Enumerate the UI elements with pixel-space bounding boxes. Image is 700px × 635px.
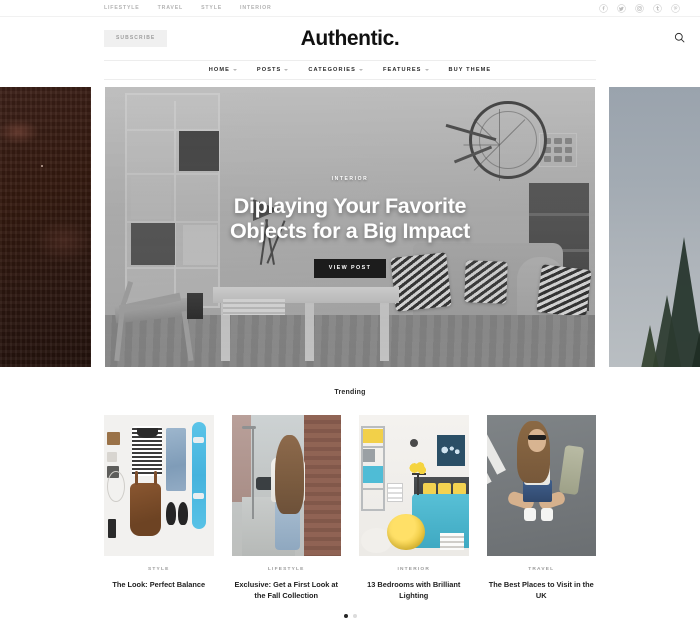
pinterest-icon[interactable] — [671, 3, 680, 13]
card-category[interactable]: LIFESTYLE — [232, 567, 342, 572]
nav-item-home[interactable]: HOME — [209, 67, 237, 73]
top-category-nav: LIFESTYLE TRAVEL STYLE INTERIOR — [104, 5, 272, 11]
twitter-icon[interactable] — [617, 3, 626, 13]
nav-item-buy-theme[interactable]: BUY THEME — [449, 67, 492, 73]
street-photo-artwork — [231, 415, 341, 556]
card-image-travel[interactable] — [486, 415, 596, 556]
card-title[interactable]: Exclusive: Get a First Look at the Fall … — [232, 580, 342, 601]
trending-card[interactable]: STYLE The Look: Perfect Balance — [104, 415, 214, 601]
road-photo-artwork — [486, 415, 596, 556]
header-right — [672, 32, 686, 46]
card-image-interior[interactable] — [359, 415, 469, 556]
nav-item-features-label: FEATURES — [382, 67, 422, 73]
topnav-item-travel[interactable]: TRAVEL — [158, 5, 183, 11]
trending-card-grid: STYLE The Look: Perfect Balance LIFESTYL… — [104, 415, 596, 601]
chevron-down-icon — [358, 69, 363, 71]
hero-category[interactable]: INTERIOR — [332, 176, 369, 182]
fir-tree — [638, 325, 662, 367]
topnav-item-style[interactable]: STYLE — [201, 5, 222, 11]
search-button[interactable] — [672, 32, 686, 46]
hero-content: INTERIOR Diplaying Your Favorite Objects… — [105, 87, 595, 367]
slider-gap-right — [595, 87, 609, 367]
page-root: LIFESTYLE TRAVEL STYLE INTERIOR SUBSCRIB… — [0, 0, 700, 635]
slider-prev-image — [0, 87, 91, 367]
slider-next-image — [609, 87, 700, 367]
subscribe-button[interactable]: SUBSCRIBE — [104, 30, 168, 47]
hero-slide[interactable]: INTERIOR Diplaying Your Favorite Objects… — [105, 87, 595, 367]
card-image-lifestyle[interactable] — [231, 415, 341, 556]
trending-heading: Trending — [104, 381, 596, 399]
trending-card[interactable]: LIFESTYLE Exclusive: Get a First Look at… — [231, 415, 342, 601]
topnav-item-interior[interactable]: INTERIOR — [240, 5, 272, 11]
chevron-down-icon — [232, 69, 237, 71]
nav-item-categories[interactable]: CATEGORIES — [308, 67, 363, 73]
search-icon — [674, 31, 685, 46]
carousel-dot-2[interactable] — [352, 614, 357, 619]
card-category[interactable]: TRAVEL — [487, 567, 597, 572]
site-header: SUBSCRIBE Authentic. — [0, 17, 700, 60]
trending-card[interactable]: TRAVEL The Best Places to Visit in the U… — [486, 415, 597, 601]
brand-title: Authentic. — [300, 26, 400, 50]
card-title[interactable]: 13 Bedrooms with Brilliant Lighting — [359, 580, 469, 601]
tumblr-icon[interactable] — [653, 3, 662, 13]
slider-gap-left — [91, 87, 105, 367]
view-post-button[interactable]: VIEW POST — [313, 258, 387, 279]
trending-section: Trending STYLE The Look: Perfect Balance… — [0, 381, 700, 619]
trending-card[interactable]: INTERIOR 13 Bedrooms with Brilliant Ligh… — [359, 415, 469, 601]
nav-item-features[interactable]: FEATURES — [383, 67, 429, 73]
slider-next-preview[interactable] — [609, 87, 700, 367]
card-category[interactable]: STYLE — [104, 567, 214, 572]
nav-item-posts[interactable]: POSTS — [256, 67, 289, 73]
instagram-icon[interactable] — [635, 3, 644, 13]
hero-title: Diplaying Your Favorite Objects for a Bi… — [229, 193, 471, 244]
flatlay-artwork — [104, 415, 214, 556]
card-title[interactable]: The Look: Perfect Balance — [104, 580, 214, 591]
prev-image-highlight — [40, 165, 43, 168]
hero-slider: INTERIOR Diplaying Your Favorite Objects… — [0, 87, 700, 367]
nav-item-categories-label: CATEGORIES — [308, 67, 356, 73]
card-title[interactable]: The Best Places to Visit in the UK — [487, 580, 597, 601]
bedroom-artwork — [359, 415, 469, 556]
fir-tree — [688, 321, 700, 367]
chevron-down-icon — [284, 69, 289, 71]
topnav-item-lifestyle[interactable]: LIFESTYLE — [104, 5, 140, 11]
card-category[interactable]: INTERIOR — [359, 567, 469, 572]
social-links — [599, 3, 688, 13]
chevron-down-icon — [424, 69, 429, 71]
nav-item-buy-theme-label: BUY THEME — [448, 67, 492, 73]
facebook-icon[interactable] — [599, 3, 608, 13]
top-bar: LIFESTYLE TRAVEL STYLE INTERIOR — [0, 0, 700, 17]
nav-item-posts-label: POSTS — [256, 67, 282, 73]
trending-label: Trending — [326, 389, 374, 396]
card-image-style[interactable] — [104, 415, 214, 556]
carousel-pagination — [104, 614, 596, 619]
nav-item-home-label: HOME — [208, 67, 230, 73]
slider-prev-preview[interactable] — [0, 87, 91, 367]
carousel-dot-1[interactable] — [343, 614, 348, 619]
main-navigation: HOME POSTS CATEGORIES FEATURES BUY THEME — [104, 60, 596, 80]
